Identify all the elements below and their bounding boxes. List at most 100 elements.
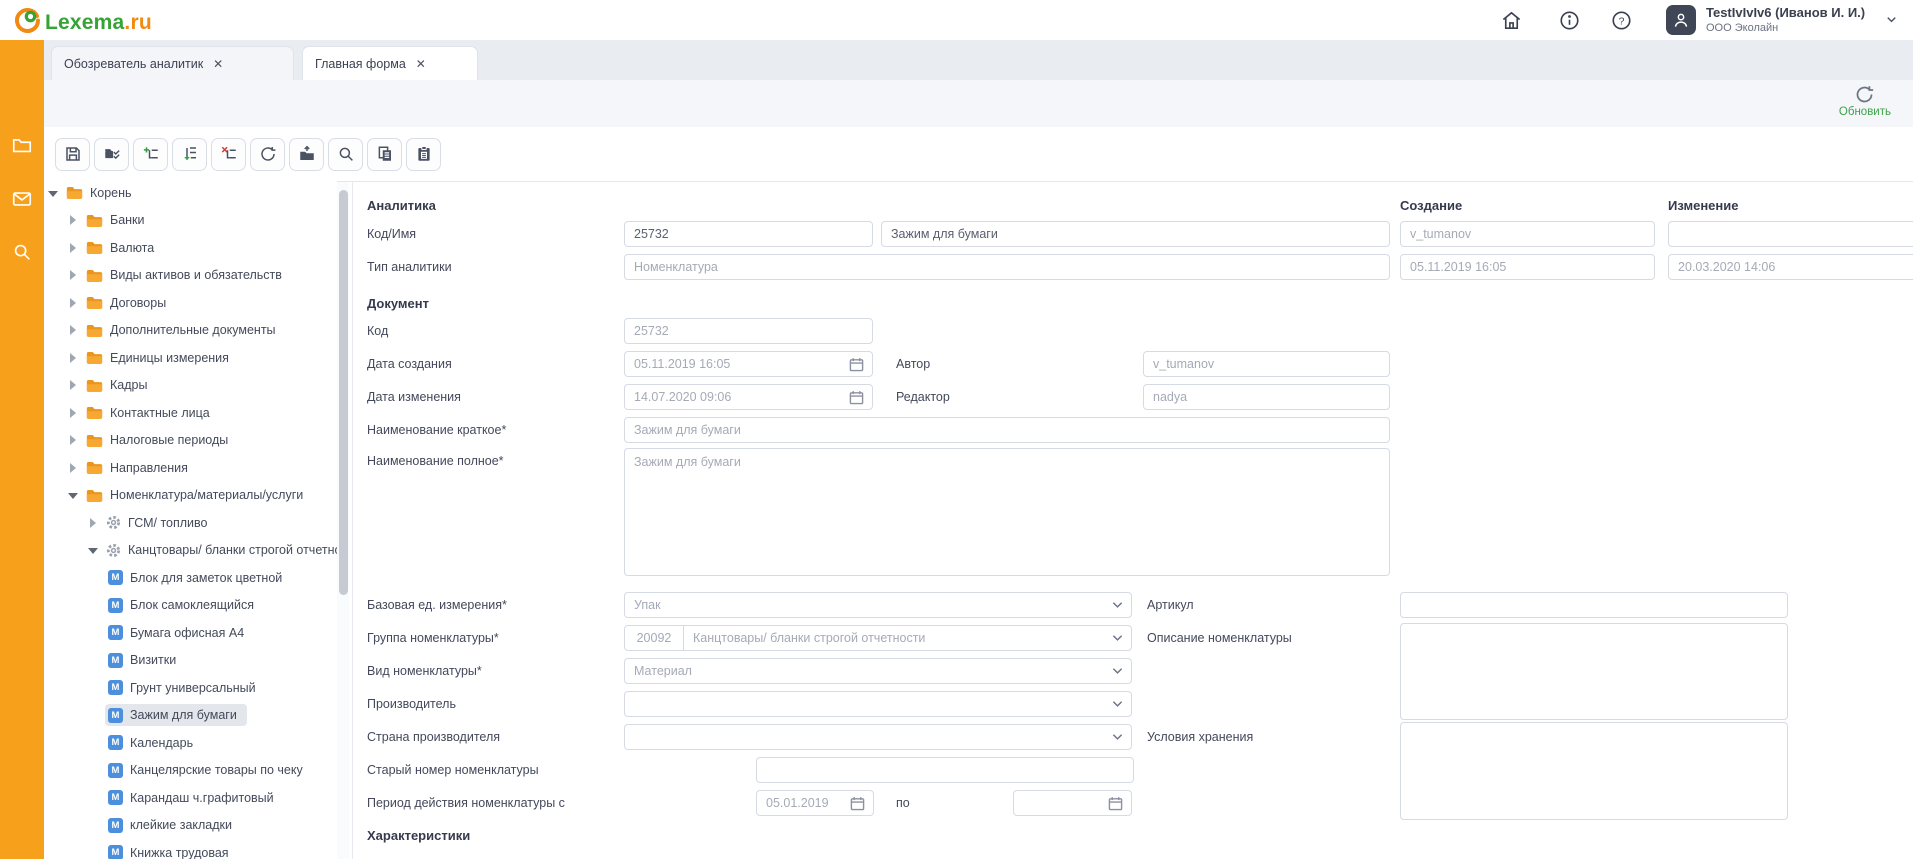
tree-item[interactable]: MБлок самоклеящийся (44, 592, 337, 620)
chevron-down-icon[interactable] (1112, 667, 1123, 675)
expand-toggle-icon[interactable] (68, 325, 78, 335)
tree-item[interactable]: Дополнительные документы (44, 317, 337, 345)
collapse-toggle-icon[interactable] (88, 545, 98, 555)
chevron-down-icon[interactable] (1884, 12, 1899, 32)
search-icon[interactable] (0, 237, 44, 267)
add-child-button[interactable] (172, 138, 207, 171)
base-unit-select[interactable]: Упак (624, 592, 1132, 618)
calendar-icon[interactable] (850, 796, 865, 811)
material-item-icon: M (108, 845, 123, 859)
editor-input[interactable]: nadya (1143, 384, 1390, 410)
tree-item[interactable]: Канцтовары/ бланки строгой отчетности (44, 537, 337, 565)
nomenclature-group-select[interactable]: 20092 Канцтовары/ бланки строгой отчетно… (624, 625, 1132, 651)
tree-scrollbar-thumb[interactable] (339, 190, 348, 595)
tab-main-form[interactable]: Главная форма ✕ (302, 46, 478, 80)
accept-button[interactable] (94, 138, 129, 171)
validity-to-input[interactable] (1013, 790, 1132, 816)
nomenclature-kind-select[interactable]: Материал (624, 658, 1132, 684)
copy-button[interactable] (367, 138, 402, 171)
modified-at-input[interactable]: 14.07.2020 09:06 (624, 384, 873, 410)
add-item-button[interactable] (133, 138, 168, 171)
expand-toggle-icon[interactable] (68, 435, 78, 445)
chevron-down-icon[interactable] (1112, 700, 1123, 708)
expand-toggle-icon[interactable] (68, 463, 78, 473)
tree-item[interactable]: Виды активов и обязательств (44, 262, 337, 290)
folder-icon (86, 268, 103, 283)
search-button[interactable] (328, 138, 363, 171)
expand-toggle-icon[interactable] (68, 298, 78, 308)
manufacturer-select[interactable] (624, 691, 1132, 717)
expand-toggle-icon[interactable] (68, 243, 78, 253)
refresh-button[interactable] (250, 138, 285, 171)
storage-textarea[interactable] (1400, 722, 1788, 820)
chevron-down-icon[interactable] (1112, 601, 1123, 609)
short-name-input[interactable]: Зажим для бумаги (624, 417, 1390, 443)
calendar-icon[interactable] (849, 357, 864, 372)
calendar-icon[interactable] (849, 390, 864, 405)
modification-date-input[interactable]: 20.03.2020 14:06 (1668, 254, 1913, 280)
doc-code-input[interactable]: 25732 (624, 318, 873, 344)
tree-item[interactable]: MГрунт универсальный (44, 674, 337, 702)
tree-item[interactable]: Валюта (44, 234, 337, 262)
close-icon[interactable]: ✕ (213, 58, 223, 70)
expand-toggle-icon[interactable] (88, 518, 98, 528)
tree-item[interactable]: MКанцелярские товары по чеку (44, 757, 337, 785)
help-icon[interactable]: ? (1610, 9, 1633, 32)
tree-item[interactable]: MКалендарь (44, 729, 337, 757)
calendar-icon[interactable] (1108, 796, 1123, 811)
info-icon[interactable] (1558, 9, 1581, 32)
analytics-type-input[interactable]: Номенклатура (624, 254, 1390, 280)
old-number-input[interactable] (756, 757, 1134, 783)
close-icon[interactable]: ✕ (416, 58, 426, 70)
paste-button[interactable] (406, 138, 441, 171)
import-button[interactable] (289, 138, 324, 171)
tree-item[interactable]: MКнижка трудовая (44, 839, 337, 859)
tree-item[interactable]: Номенклатура/материалы/услуги (44, 482, 337, 510)
expand-toggle-icon[interactable] (68, 380, 78, 390)
expand-toggle-icon[interactable] (68, 215, 78, 225)
home-icon[interactable] (1500, 9, 1523, 32)
folder-nav-icon[interactable] (0, 130, 44, 160)
author-input[interactable]: v_tumanov (1143, 351, 1390, 377)
created-at-input[interactable]: 05.11.2019 16:05 (624, 351, 873, 377)
collapse-toggle-icon[interactable] (48, 188, 58, 198)
tree-item[interactable]: Корень (44, 179, 337, 207)
tree-item[interactable]: MБумага офисная А4 (44, 619, 337, 647)
tree-item[interactable]: Единицы измерения (44, 344, 337, 372)
tree-item[interactable]: MВизитки (44, 647, 337, 675)
creation-date-input[interactable]: 05.11.2019 16:05 (1400, 254, 1655, 280)
description-textarea[interactable] (1400, 623, 1788, 720)
article-input[interactable] (1400, 592, 1788, 618)
save-button[interactable] (55, 138, 90, 171)
creation-user-input[interactable]: v_tumanov (1400, 221, 1655, 247)
chevron-down-icon[interactable] (1112, 634, 1123, 642)
full-name-textarea[interactable]: Зажим для бумаги (624, 448, 1390, 576)
user-avatar[interactable] (1666, 5, 1696, 35)
tree-item[interactable]: MБлок для заметок цветной (44, 564, 337, 592)
tree-item[interactable]: MКарандаш ч.графитовый (44, 784, 337, 812)
tree-item[interactable]: Банки (44, 207, 337, 235)
modification-user-input[interactable] (1668, 221, 1913, 247)
code-name-name-input[interactable]: Зажим для бумаги (881, 221, 1390, 247)
expand-toggle-icon[interactable] (68, 353, 78, 363)
code-name-code-input[interactable]: 25732 (624, 221, 873, 247)
tree-item[interactable]: Направления (44, 454, 337, 482)
expand-toggle-icon[interactable] (68, 408, 78, 418)
collapse-toggle-icon[interactable] (68, 490, 78, 500)
mail-icon[interactable] (0, 184, 44, 214)
validity-from-input[interactable]: 05.01.2019 (756, 790, 874, 816)
expand-toggle-icon[interactable] (68, 270, 78, 280)
tree-item[interactable]: Контактные лица (44, 399, 337, 427)
country-select[interactable] (624, 724, 1132, 750)
tree-item[interactable]: Mклейкие закладки (44, 812, 337, 840)
tree-item[interactable]: Кадры (44, 372, 337, 400)
chevron-down-icon[interactable] (1112, 733, 1123, 741)
tab-analytics-explorer[interactable]: Обозреватель аналитик ✕ (51, 46, 294, 80)
tree-item[interactable]: MЗажим для бумаги (44, 702, 337, 730)
refresh-button[interactable]: Обновить (1839, 84, 1891, 118)
lexema-logo[interactable]: Lexema.ru (14, 7, 152, 39)
delete-item-button[interactable] (211, 138, 246, 171)
tree-item[interactable]: Договоры (44, 289, 337, 317)
tree-item[interactable]: ГСМ/ топливо (44, 509, 337, 537)
tree-item[interactable]: Налоговые периоды (44, 427, 337, 455)
